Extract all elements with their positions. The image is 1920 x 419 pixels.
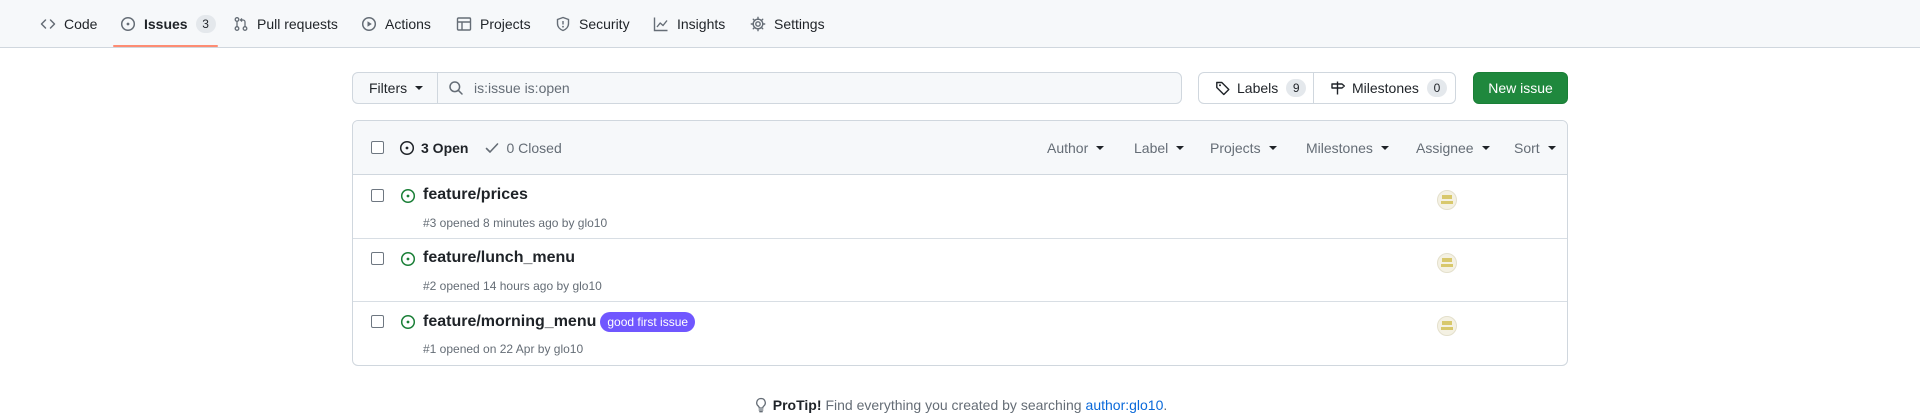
caret-down-icon — [415, 86, 424, 90]
tab-projects-label: Projects — [480, 16, 531, 32]
issue-states: 3 Open 0 Closed — [399, 121, 578, 175]
graph-icon — [653, 16, 669, 32]
open-issues-label: 3 Open — [421, 140, 469, 156]
caret-down-icon — [1268, 146, 1277, 150]
assignee-avatar[interactable] — [1437, 316, 1457, 336]
issue-checkbox[interactable] — [371, 189, 384, 202]
repo-nav: Code Issues 3 Pull requests Actions Proj… — [0, 0, 1920, 48]
issue-title[interactable]: feature/prices — [423, 186, 528, 204]
tag-icon — [1215, 80, 1231, 96]
issue-title-text: feature/lunch_menu — [423, 249, 576, 266]
milestones-button[interactable]: Milestones 0 — [1313, 72, 1456, 104]
milestones-filter-label: Milestones — [1306, 140, 1373, 156]
assignee-filter-label: Assignee — [1416, 140, 1474, 156]
search-icon — [448, 80, 464, 96]
tab-projects[interactable]: Projects — [456, 0, 531, 48]
assignee-avatar[interactable] — [1437, 190, 1457, 210]
filters-button[interactable]: Filters — [352, 72, 438, 104]
issue-label-badge[interactable]: good first issue — [600, 312, 696, 332]
tab-issues[interactable]: Issues 3 — [120, 0, 216, 48]
milestones-label: Milestones — [1352, 80, 1419, 96]
issue-title-text: feature/prices — [423, 186, 528, 203]
protip-search-link[interactable]: author:glo10 — [1086, 397, 1164, 413]
assignee-avatar[interactable] — [1437, 253, 1457, 273]
issue-checkbox[interactable] — [371, 315, 384, 328]
tab-pull-requests-label: Pull requests — [257, 16, 338, 32]
milestones-counter: 0 — [1426, 79, 1447, 97]
labels-counter: 9 — [1286, 79, 1307, 97]
shield-icon — [555, 16, 571, 32]
caret-down-icon — [1096, 146, 1105, 150]
tab-actions[interactable]: Actions — [361, 0, 431, 48]
issue-row: feature/morning_menu good first issue #1… — [353, 302, 1567, 365]
labels-label: Labels — [1237, 80, 1279, 96]
selected-tab-underline — [113, 45, 218, 47]
issue-title-text: feature/morning_menu — [423, 313, 597, 330]
protip-tail: . — [1163, 397, 1168, 413]
protip-text: Find everything you created by searching — [825, 397, 1082, 413]
filters-label: Filters — [369, 80, 408, 96]
light-bulb-icon — [753, 397, 769, 413]
issue-opened-icon — [400, 188, 416, 204]
protip: ProTip! Find everything you created by s… — [0, 397, 1920, 413]
check-icon — [484, 140, 500, 156]
play-icon — [361, 16, 377, 32]
search-input[interactable] — [474, 80, 1154, 96]
closed-issues-link[interactable]: 0 Closed — [484, 140, 562, 156]
sort-filter[interactable]: Sort — [1514, 121, 1556, 175]
caret-down-icon — [1380, 146, 1389, 150]
assignee-filter[interactable]: Assignee — [1416, 121, 1490, 175]
tab-settings[interactable]: Settings — [750, 0, 825, 48]
projects-filter[interactable]: Projects — [1210, 121, 1277, 175]
caret-down-icon — [1176, 146, 1185, 150]
sort-filter-label: Sort — [1514, 140, 1540, 156]
issue-meta: #3 opened 8 minutes ago by glo10 — [423, 216, 608, 230]
issues-list: 3 Open 0 Closed Author Label Projects Mi… — [352, 120, 1568, 366]
protip-lead: ProTip! — [772, 397, 822, 413]
tab-insights-label: Insights — [677, 16, 726, 32]
issue-opened-icon — [399, 140, 415, 156]
issue-checkbox[interactable] — [371, 252, 384, 265]
milestone-icon — [1330, 80, 1346, 96]
new-issue-button[interactable]: New issue — [1473, 72, 1568, 104]
issue-title[interactable]: feature/morning_menu good first issue — [423, 312, 696, 332]
closed-issues-label: 0 Closed — [506, 140, 562, 156]
issue-meta: #1 opened on 22 Apr by glo10 — [423, 342, 584, 356]
label-filter[interactable]: Label — [1134, 121, 1185, 175]
tab-code[interactable]: Code — [40, 0, 97, 48]
author-filter-label: Author — [1047, 140, 1089, 156]
gear-icon — [750, 16, 766, 32]
tab-settings-label: Settings — [774, 16, 825, 32]
tab-security[interactable]: Security — [555, 0, 630, 48]
author-filter[interactable]: Author — [1047, 121, 1105, 175]
open-issues-link[interactable]: 3 Open — [399, 140, 468, 156]
issues-counter: 3 — [195, 15, 216, 33]
tab-insights[interactable]: Insights — [653, 0, 725, 48]
tab-pull-requests[interactable]: Pull requests — [233, 0, 338, 48]
label-filter-label: Label — [1134, 140, 1169, 156]
issue-opened-icon — [400, 314, 416, 330]
select-all-checkbox[interactable] — [371, 141, 384, 154]
tab-issues-label: Issues — [144, 16, 188, 32]
issue-meta: #2 opened 14 hours ago by glo10 — [423, 279, 602, 293]
issue-row: feature/prices #3 opened 8 minutes ago b… — [353, 176, 1567, 239]
issue-row: feature/lunch_menu #2 opened 14 hours ag… — [353, 239, 1567, 302]
caret-down-icon — [1481, 146, 1490, 150]
issue-title[interactable]: feature/lunch_menu — [423, 249, 575, 267]
issue-opened-icon — [400, 251, 416, 267]
projects-filter-label: Projects — [1210, 140, 1261, 156]
table-icon — [456, 16, 472, 32]
labels-button[interactable]: Labels 9 — [1198, 72, 1314, 104]
issue-opened-icon — [120, 16, 136, 32]
issues-search[interactable] — [437, 72, 1182, 104]
tab-actions-label: Actions — [385, 16, 431, 32]
caret-down-icon — [1547, 146, 1556, 150]
code-icon — [40, 16, 56, 32]
pull-request-icon — [233, 16, 249, 32]
tab-code-label: Code — [64, 16, 98, 32]
issues-list-header: 3 Open 0 Closed Author Label Projects Mi… — [353, 121, 1567, 175]
tab-security-label: Security — [579, 16, 630, 32]
milestones-filter[interactable]: Milestones — [1306, 121, 1389, 175]
